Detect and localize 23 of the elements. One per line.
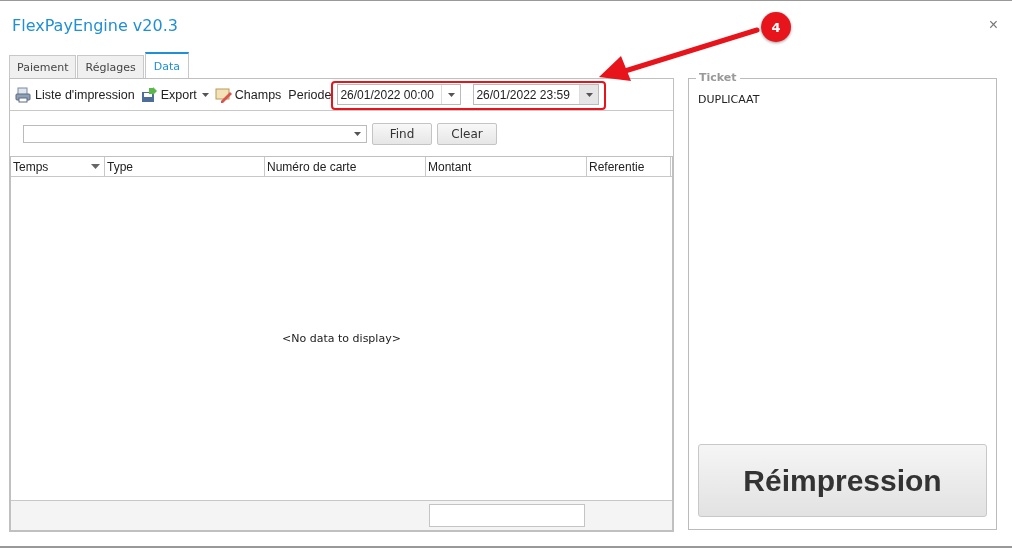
find-button[interactable]: Find [372, 122, 432, 145]
toolbar-button[interactable]: Liste d'impression [14, 86, 136, 103]
date-field[interactable]: 26/01/2022 23:59 [473, 84, 600, 105]
close-button[interactable]: × [988, 16, 998, 34]
column-header[interactable]: Referentie [587, 157, 671, 176]
ticket-text: DUPLICAAT [698, 93, 761, 106]
empty-message: <No data to display> [282, 332, 401, 345]
tab[interactable]: Réglages [77, 55, 144, 78]
column-header[interactable]: Type [105, 157, 265, 176]
column-header[interactable]: Montant [426, 157, 587, 176]
column-header[interactable]: Temps [11, 157, 105, 176]
ticket-title: Ticket [696, 71, 740, 84]
tab[interactable]: Paiement [9, 55, 77, 78]
toolbar-button[interactable]: Champs [213, 86, 283, 103]
date-field[interactable]: 26/01/2022 00:00 [337, 84, 462, 105]
column-header[interactable]: Numéro de carte [265, 157, 426, 176]
toolbar-button[interactable]: Export [139, 86, 210, 103]
period-label: Periode [288, 87, 332, 102]
reprint-button[interactable]: Réimpression [698, 444, 987, 517]
clear-button[interactable]: Clear [437, 122, 497, 145]
tab[interactable]: Data [144, 52, 189, 78]
window-title: FlexPayEngine v20.3 [12, 16, 178, 35]
step-badge: 4 [761, 12, 791, 42]
